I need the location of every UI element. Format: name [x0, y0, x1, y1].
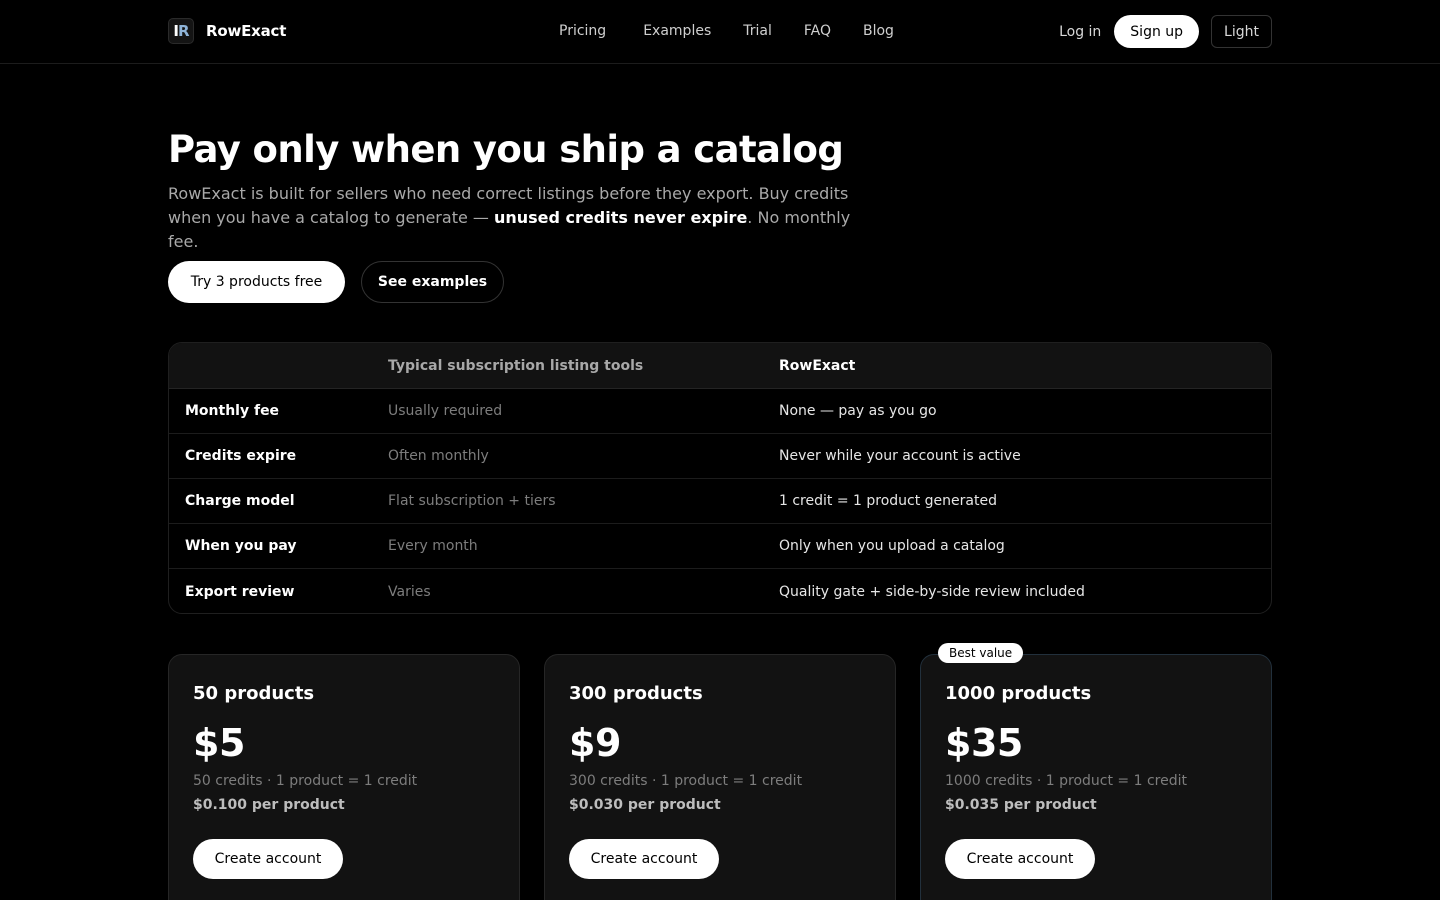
best-value-badge: Best value: [938, 643, 1024, 663]
brand[interactable]: IR RowExact: [168, 18, 286, 44]
hero-subtitle-emphasis: unused credits never expire: [493, 208, 748, 227]
create-account-button[interactable]: Create account: [193, 839, 343, 879]
plan-card-300: 300 products $9 300 credits · 1 product …: [544, 654, 896, 900]
plan-title: 50 products: [193, 683, 315, 704]
nav-link-examples[interactable]: Examples: [643, 23, 711, 39]
plan-price: $9: [569, 721, 621, 765]
plan-price: $5: [193, 721, 245, 765]
row-rowexact: Never while your account is active: [779, 448, 1021, 464]
create-account-button[interactable]: Create account: [569, 839, 719, 879]
comparison-header-rowexact: RowExact: [779, 357, 856, 374]
plan-credits: 50 credits · 1 product = 1 credit: [193, 773, 418, 789]
row-typical: Often monthly: [388, 448, 489, 464]
plan-title: 1000 products: [945, 683, 1092, 704]
row-rowexact: Quality gate + side-by-side review inclu…: [779, 583, 1085, 600]
row-typical: Usually required: [388, 403, 503, 419]
row-typical: Flat subscription + tiers: [388, 493, 556, 509]
plan-per-product: $0.035 per product: [945, 797, 1097, 813]
nav-links: Pricing Examples Trial FAQ Blog: [559, 23, 894, 39]
try-free-button[interactable]: Try 3 products free: [168, 261, 345, 303]
create-account-button[interactable]: Create account: [945, 839, 1095, 879]
page-title: Pay only when you ship a catalog: [168, 128, 844, 171]
row-label: Export review: [185, 583, 295, 600]
top-nav: IR RowExact Pricing Examples Trial FAQ B…: [0, 0, 1440, 64]
comparison-table: Typical subscription listing tools RowEx…: [168, 342, 1272, 614]
logo-letter: R: [178, 22, 190, 40]
plan-card-1000: Best value 1000 products $35 1000 credit…: [920, 643, 1272, 900]
row-label: Monthly fee: [185, 403, 280, 419]
row-rowexact: 1 credit = 1 product generated: [779, 493, 997, 509]
hero-subtitle: RowExact is built for sellers who need c…: [168, 182, 868, 254]
row-typical: Every month: [388, 538, 478, 554]
row-rowexact: Only when you upload a catalog: [779, 538, 1005, 554]
nav-link-pricing[interactable]: Pricing: [559, 23, 606, 39]
nav-link-blog[interactable]: Blog: [863, 23, 894, 39]
see-examples-button[interactable]: See examples: [361, 261, 504, 303]
row-label: Credits expire: [185, 448, 297, 464]
table-row: Credits expire Often monthly Never while…: [169, 434, 1271, 479]
plan-price: $35: [945, 721, 1023, 765]
logo-icon: IR: [168, 18, 194, 44]
table-row: Monthly fee Usually required None — pay …: [169, 389, 1271, 434]
plan-card-50: 50 products $5 50 credits · 1 product = …: [168, 654, 520, 900]
row-label: When you pay: [185, 538, 297, 554]
plan-title: 300 products: [569, 683, 703, 704]
theme-toggle-button[interactable]: Light: [1211, 15, 1272, 48]
plan-credits: 300 credits · 1 product = 1 credit: [569, 773, 803, 789]
comparison-header-typical: Typical subscription listing tools: [388, 357, 644, 374]
comparison-header: Typical subscription listing tools RowEx…: [169, 343, 1271, 389]
row-rowexact: None — pay as you go: [779, 403, 937, 419]
plan-credits: 1000 credits · 1 product = 1 credit: [945, 773, 1187, 789]
plan-per-product: $0.100 per product: [193, 797, 345, 813]
table-row: Charge model Flat subscription + tiers 1…: [169, 479, 1271, 524]
plan-per-product: $0.030 per product: [569, 797, 721, 813]
signup-button[interactable]: Sign up: [1114, 15, 1200, 48]
table-row: Export review Varies Quality gate + side…: [169, 569, 1271, 613]
table-row: When you pay Every month Only when you u…: [169, 524, 1271, 569]
login-link[interactable]: Log in: [1059, 24, 1101, 40]
brand-name: RowExact: [206, 22, 287, 40]
row-label: Charge model: [185, 493, 295, 509]
nav-actions: Log in Sign up Light: [1059, 15, 1272, 48]
nav-link-trial[interactable]: Trial: [743, 23, 772, 39]
nav-link-faq[interactable]: FAQ: [804, 23, 831, 39]
row-typical: Varies: [388, 583, 431, 600]
